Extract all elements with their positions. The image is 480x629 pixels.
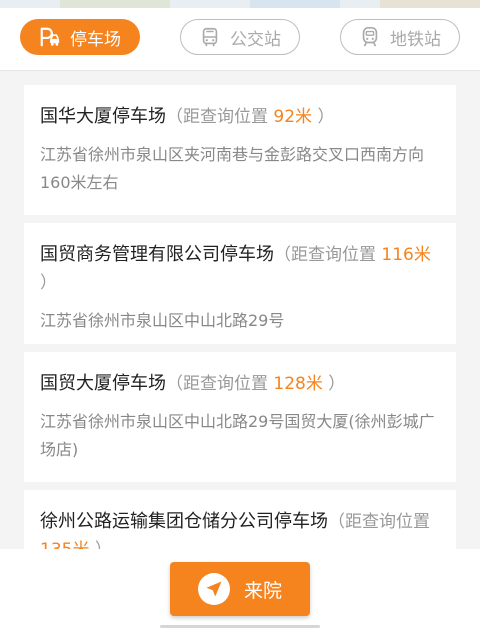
come-to-hospital-button[interactable]: 来院 (170, 562, 310, 616)
distance-text: （距查询位置 128米 ） (166, 374, 346, 394)
map-background (0, 0, 480, 8)
bus-icon (202, 27, 218, 47)
distance-text: （距查询位置 92米 ） (166, 107, 335, 127)
distance-value: 116米 (381, 245, 431, 265)
tab-metro[interactable]: 地铁站 (340, 19, 460, 55)
distance-value: 135米 (40, 540, 89, 549)
distance-value: 128米 (273, 374, 323, 394)
come-to-hospital-label: 来院 (243, 579, 282, 602)
transport-tab-bar: 停车场 公交站 地铁站 (0, 8, 480, 71)
list-item[interactable]: 国华大厦停车场（距查询位置 92米 ） 江苏省徐州市泉山区夹河南巷与金彭路交叉口… (24, 85, 456, 215)
distance-value: 92米 (273, 107, 313, 127)
list-item-title: 徐州公路运输集团仓储分公司停车场（距查询位置 135米 ） (40, 508, 440, 549)
list-item[interactable]: 徐州公路运输集团仓储分公司停车场（距查询位置 135米 ） (24, 490, 456, 549)
list-item-title: 国华大厦停车场（距查询位置 92米 ） (40, 103, 440, 131)
tab-parking[interactable]: 停车场 (20, 19, 140, 55)
metro-icon (362, 27, 378, 47)
list-item[interactable]: 国贸大厦停车场（距查询位置 128米 ） 江苏省徐州市泉山区中山北路29号国贸大… (24, 352, 456, 482)
parking-address: 江苏省徐州市泉山区夹河南巷与金彭路交叉口西南方向160米左右 (40, 145, 425, 192)
parking-list[interactable]: 国华大厦停车场（距查询位置 92米 ） 江苏省徐州市泉山区夹河南巷与金彭路交叉口… (0, 71, 480, 549)
list-item-title: 国贸商务管理有限公司停车场（距查询位置 116米 ） (40, 241, 440, 297)
home-indicator (160, 625, 320, 628)
list-item-title: 国贸大厦停车场（距查询位置 128米 ） (40, 370, 440, 398)
tab-bus-label: 公交站 (230, 29, 281, 50)
tab-metro-label: 地铁站 (390, 29, 441, 50)
tab-bus[interactable]: 公交站 (180, 19, 300, 55)
parking-name: 国贸大厦停车场 (40, 373, 166, 394)
parking-address: 江苏省徐州市泉山区中山北路29号 (40, 311, 285, 330)
parking-name: 国华大厦停车场 (40, 106, 166, 127)
parking-name: 徐州公路运输集团仓储分公司停车场 (40, 511, 328, 532)
list-item[interactable]: 国贸商务管理有限公司停车场（距查询位置 116米 ） 江苏省徐州市泉山区中山北路… (24, 223, 456, 344)
footer-bar: 来院 (0, 549, 480, 629)
parking-name: 国贸商务管理有限公司停车场 (40, 244, 274, 265)
navigation-arrow-icon (197, 573, 230, 605)
parking-address: 江苏省徐州市泉山区中山北路29号国贸大厦(徐州彭城广场店) (40, 412, 435, 459)
tab-parking-label: 停车场 (70, 29, 121, 50)
parking-car-icon (40, 27, 60, 47)
